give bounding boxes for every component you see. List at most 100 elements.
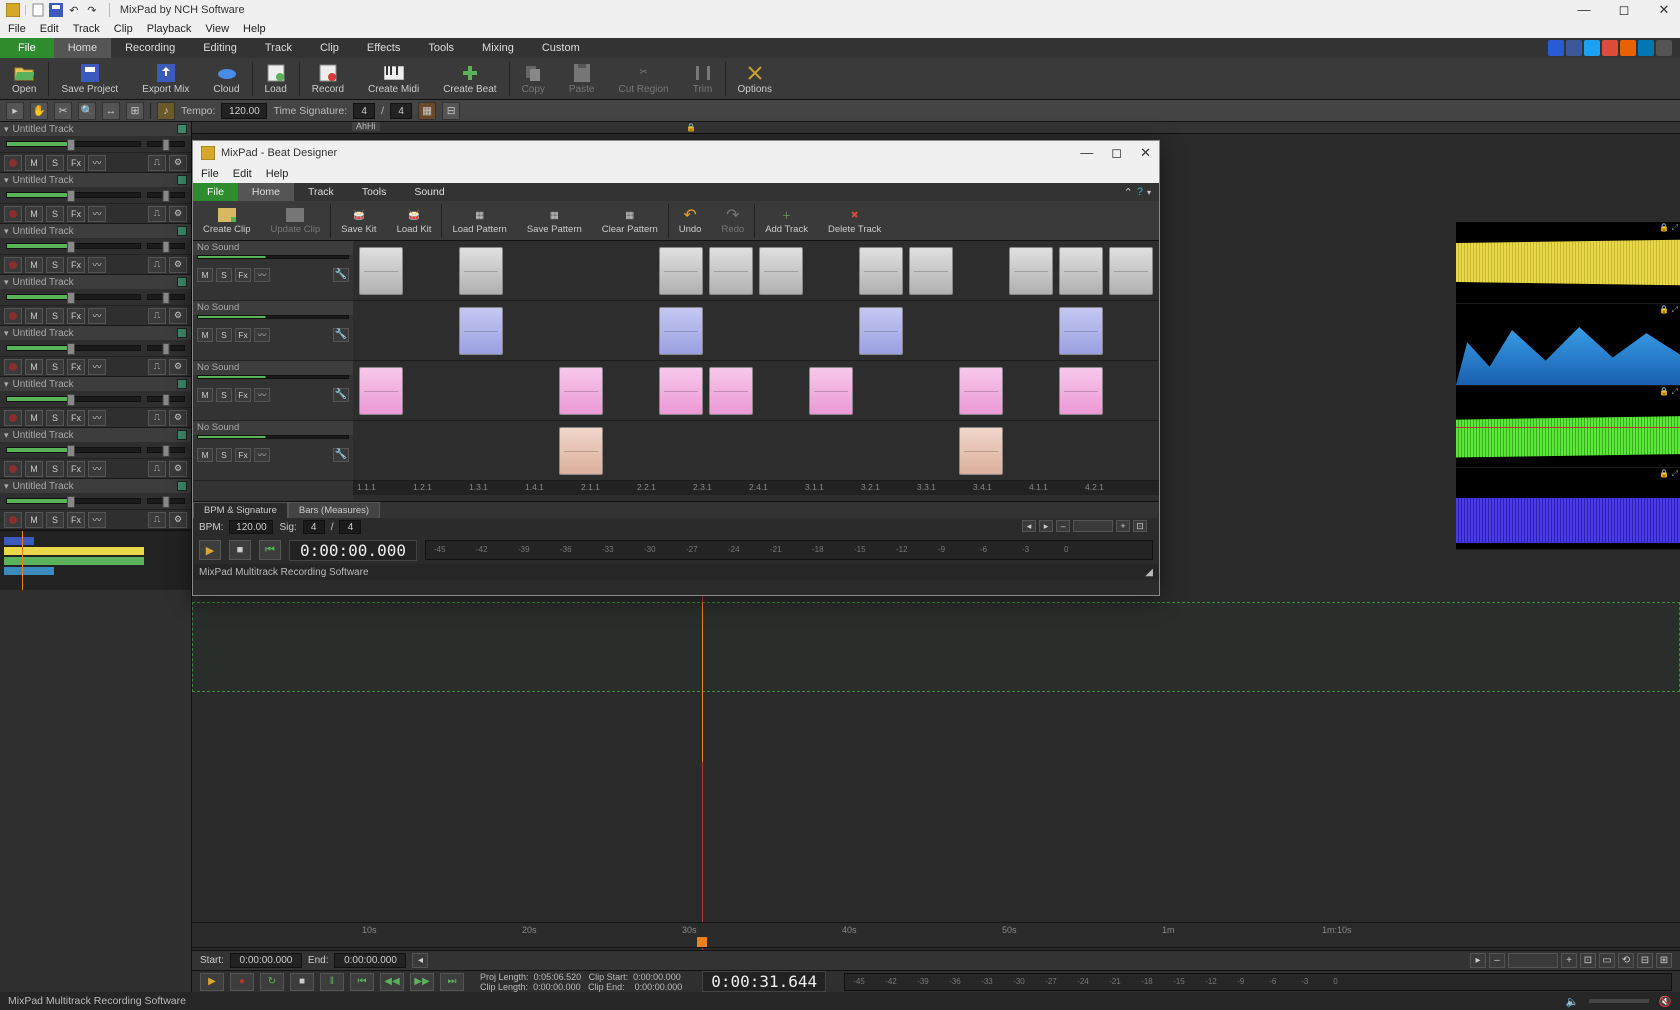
bd-stop[interactable]: ■ — [229, 540, 251, 560]
new-icon[interactable] — [31, 3, 45, 17]
menu-playback[interactable]: Playback — [147, 23, 192, 35]
bd-mute[interactable]: M — [197, 268, 213, 282]
automation-button[interactable]: 〰 — [88, 410, 106, 426]
tool-hand[interactable]: ✋ — [30, 102, 48, 120]
bd-wrench[interactable]: 🔧 — [333, 388, 349, 402]
tool-zoom[interactable]: 🔍 — [78, 102, 96, 120]
tool-scissor[interactable]: ✂ — [54, 102, 72, 120]
tool-snap[interactable]: ⊞ — [126, 102, 144, 120]
bd-zoom-slider[interactable] — [1073, 520, 1113, 532]
mute-button[interactable]: M — [25, 155, 43, 171]
bpm-value[interactable]: 120.00 — [229, 520, 273, 534]
update-clip-button[interactable]: Update Clip — [261, 201, 331, 240]
solo-button[interactable]: S — [46, 257, 64, 273]
bd-mute[interactable]: M — [197, 388, 213, 402]
volume-icon[interactable]: 🔈 — [1566, 995, 1579, 1008]
scroll-right[interactable]: ▸ — [1470, 953, 1486, 968]
ribbon-tab-file[interactable]: File — [0, 38, 54, 58]
dtab-file[interactable]: File — [193, 183, 238, 201]
seconds-ruler[interactable]: 10s20s30s40s50s1m1m:10s — [192, 922, 1680, 948]
dtab-collapse[interactable]: ⌃ — [1124, 186, 1133, 199]
automation-button[interactable]: 〰 — [88, 257, 106, 273]
redo-button[interactable]: ↷Redo — [711, 201, 754, 240]
fx-button[interactable]: Fx — [67, 206, 85, 222]
menu-view[interactable]: View — [205, 23, 229, 35]
track-header[interactable]: ▾Untitled Track M S Fx 〰 ⎍ ⚙ — [0, 428, 191, 479]
rewind-button[interactable]: ◀◀ — [380, 973, 404, 991]
bd-zoom-fit[interactable]: ⊡ — [1133, 520, 1147, 532]
skip-end-button[interactable]: ⏭ — [440, 973, 464, 991]
footer-tab-bars[interactable]: Bars (Measures) — [288, 502, 380, 518]
ribbon-tab-track[interactable]: Track — [251, 38, 306, 58]
arm-record-button[interactable] — [4, 359, 22, 375]
sig-den[interactable]: 4 — [339, 520, 361, 534]
fx-button[interactable]: Fx — [67, 257, 85, 273]
automation-button[interactable]: 〰 — [88, 155, 106, 171]
bd-wrench[interactable]: 🔧 — [333, 268, 349, 282]
bd-fx[interactable]: Fx — [235, 388, 251, 402]
redo-icon[interactable]: ↷ — [85, 3, 99, 17]
beat-cell[interactable] — [659, 307, 703, 355]
settings-button[interactable]: ⚙ — [169, 461, 187, 477]
bd-solo[interactable]: S — [216, 268, 232, 282]
volume-slider[interactable] — [6, 345, 141, 351]
play-button[interactable]: ▶ — [200, 973, 224, 991]
bd-mute[interactable]: M — [197, 328, 213, 342]
undo-button[interactable]: ↶Undo — [669, 201, 712, 240]
fx-button[interactable]: Fx — [67, 308, 85, 324]
volume-slider[interactable] — [1589, 999, 1649, 1003]
track-header[interactable]: ▾Untitled Track M S Fx 〰 ⎍ ⚙ — [0, 275, 191, 326]
tool-move[interactable]: ↔ — [102, 102, 120, 120]
beat-cell[interactable] — [809, 367, 853, 415]
solo-button[interactable]: S — [46, 206, 64, 222]
solo-button[interactable]: S — [46, 308, 64, 324]
ribbon-tab-editing[interactable]: Editing — [189, 38, 251, 58]
bd-wrench[interactable]: 🔧 — [333, 328, 349, 342]
dhelp-icon[interactable]: ? — [1137, 186, 1143, 198]
pan-slider[interactable] — [147, 294, 185, 300]
bd-fx[interactable]: Fx — [235, 448, 251, 462]
copy-button[interactable]: Copy — [510, 58, 557, 99]
beat-cell[interactable] — [759, 247, 803, 295]
bd-play[interactable]: ▶ — [199, 540, 221, 560]
zoom-sel[interactable]: ▭ — [1599, 953, 1615, 968]
arm-record-button[interactable] — [4, 257, 22, 273]
save-pattern-button[interactable]: ▦Save Pattern — [517, 201, 592, 240]
pan-slider[interactable] — [147, 192, 185, 198]
beat-cell[interactable] — [359, 247, 403, 295]
fx-button[interactable]: Fx — [67, 410, 85, 426]
zoom-in-h[interactable]: + — [1561, 953, 1577, 968]
bd-solo[interactable]: S — [216, 388, 232, 402]
dialog-close[interactable]: ✕ — [1140, 145, 1151, 161]
ribbon-tab-home[interactable]: Home — [54, 38, 111, 58]
dmenu-help[interactable]: Help — [266, 168, 289, 180]
bd-auto[interactable]: 〰 — [254, 328, 270, 342]
mute-button[interactable]: M — [25, 257, 43, 273]
forward-button[interactable]: ▶▶ — [410, 973, 434, 991]
dtab-home[interactable]: Home — [238, 183, 294, 201]
beat-bar-ruler[interactable]: 1.1.11.2.11.3.11.4.12.1.12.2.12.3.12.4.1… — [353, 481, 1159, 495]
track-header[interactable]: ▾Untitled Track M S Fx 〰 ⎍ ⚙ — [0, 224, 191, 275]
solo-button[interactable]: S — [46, 359, 64, 375]
solo-button[interactable]: S — [46, 461, 64, 477]
share-icon[interactable] — [1656, 40, 1672, 56]
volume-slider[interactable] — [6, 396, 141, 402]
options-button[interactable]: Options — [726, 58, 784, 99]
ribbon-tab-effects[interactable]: Effects — [353, 38, 414, 58]
playhead-orange[interactable] — [702, 602, 703, 762]
mute-button[interactable]: M — [25, 206, 43, 222]
beat-cell[interactable] — [1059, 247, 1103, 295]
bd-mute[interactable]: M — [197, 448, 213, 462]
dmenu-edit[interactable]: Edit — [233, 168, 252, 180]
settings-button[interactable]: ⚙ — [169, 257, 187, 273]
beat-track-header[interactable]: No Sound MSFx〰🔧 — [193, 421, 353, 481]
bd-scroll-right[interactable]: ▸ — [1039, 520, 1053, 532]
beat-cell[interactable] — [659, 247, 703, 295]
scroll-left[interactable]: ◂ — [412, 953, 428, 968]
ribbon-tab-recording[interactable]: Recording — [111, 38, 189, 58]
add-track-button[interactable]: ＋Add Track — [755, 201, 818, 240]
waveform-2[interactable]: 🔒 ⤢ — [1456, 304, 1680, 386]
bd-zoom-in[interactable]: + — [1116, 520, 1130, 532]
open-button[interactable]: Open — [0, 58, 48, 99]
mini-overview[interactable] — [0, 530, 191, 590]
